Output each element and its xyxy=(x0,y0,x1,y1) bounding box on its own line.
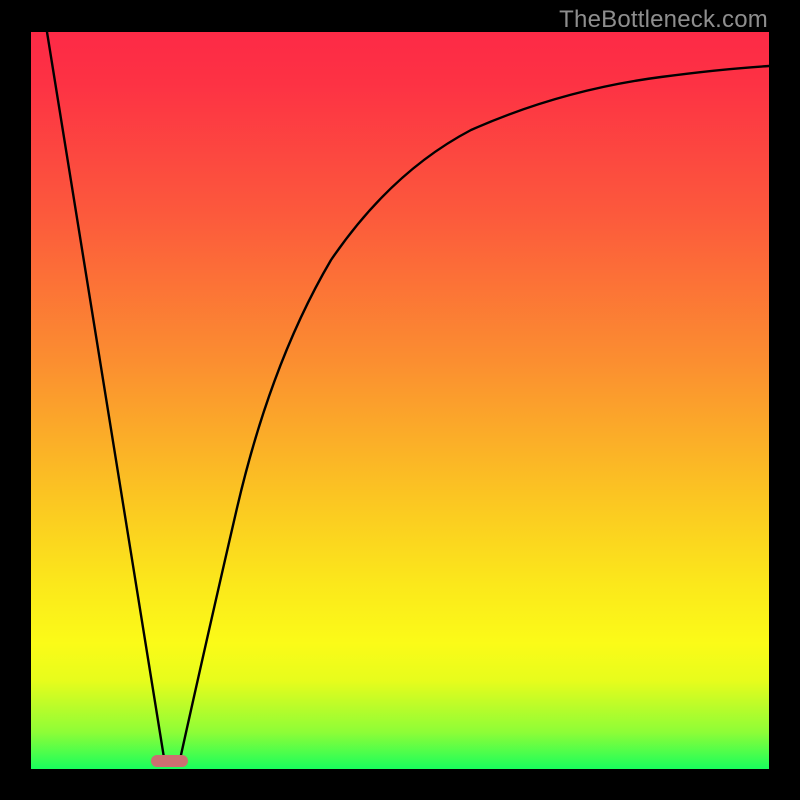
watermark-text: TheBottleneck.com xyxy=(559,6,768,34)
bottleneck-marker xyxy=(151,755,188,767)
curve-right-arm xyxy=(179,66,769,764)
curve-left-arm xyxy=(47,32,165,764)
chart-frame: TheBottleneck.com xyxy=(0,0,800,800)
plot-area xyxy=(31,32,769,769)
bottleneck-curve xyxy=(31,32,769,769)
